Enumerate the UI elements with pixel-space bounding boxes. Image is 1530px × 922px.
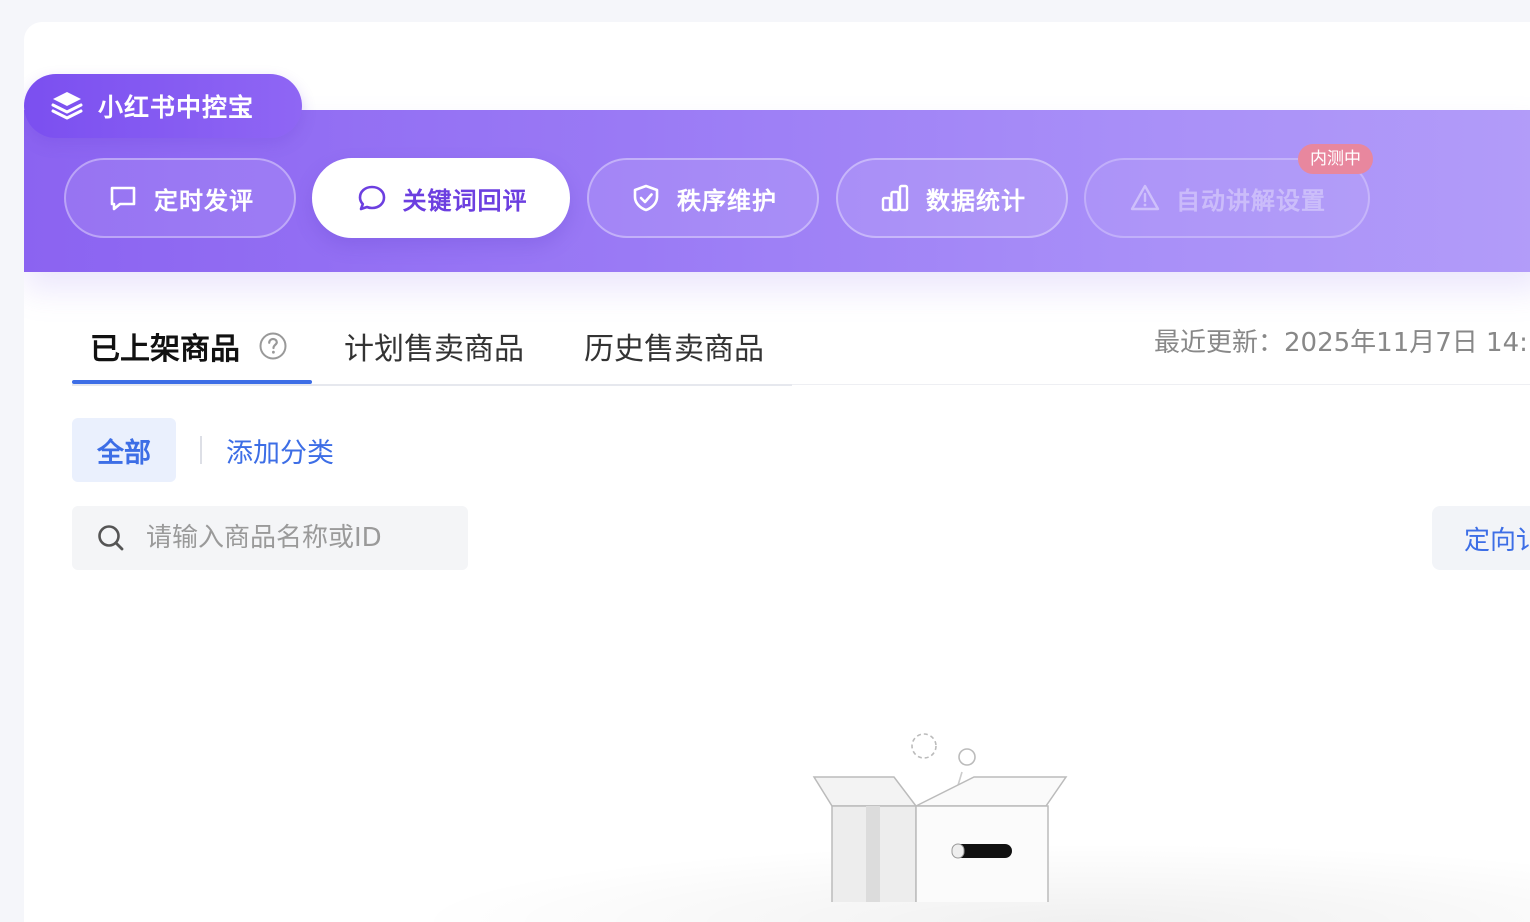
add-category-link[interactable]: 添加分类 — [226, 418, 334, 482]
comment-square-icon — [106, 181, 140, 215]
nav-order-maintenance[interactable]: 秩序维护 — [587, 158, 819, 238]
nav-scheduled-comment[interactable]: 定时发评 — [64, 158, 296, 238]
warning-icon — [1128, 181, 1162, 215]
nav-keyword-reply[interactable]: 关键词回评 — [312, 158, 570, 238]
category-all-chip[interactable]: 全部 — [72, 418, 176, 482]
nav-label: 关键词回评 — [402, 186, 528, 215]
nav-label: 数据统计 — [926, 186, 1026, 215]
nav-label: 秩序维护 — [677, 186, 777, 215]
brand-title: 小红书中控宝 — [98, 93, 255, 122]
tab-listed-products[interactable]: 已上架商品 — [90, 308, 288, 384]
directed-button[interactable]: 定向讠 — [1432, 506, 1530, 570]
divider — [200, 436, 202, 464]
main-card: 小红书中控宝 定时发评 关键词回评 秩序维护 数据统计 自动讲解设置 内测中 已… — [24, 22, 1530, 922]
layers-icon — [48, 87, 86, 125]
search-input[interactable] — [144, 522, 448, 554]
question-circle-icon[interactable] — [258, 331, 288, 361]
bar-chart-icon — [878, 181, 912, 215]
last-update-text: 最近更新：2025年11月7日 14: — [1154, 328, 1528, 358]
tab-label: 历史售卖商品 — [584, 332, 764, 367]
nav-data-statistics[interactable]: 数据统计 — [836, 158, 1068, 238]
chat-bubble-icon — [355, 181, 389, 215]
search-box — [72, 506, 468, 570]
product-tabs: 已上架商品 计划售卖商品 历史售卖商品 — [72, 308, 792, 386]
search-icon — [94, 521, 128, 555]
shield-check-icon — [629, 181, 663, 215]
divider — [792, 384, 1530, 385]
tab-label: 已上架商品 — [90, 332, 240, 367]
empty-box-illustration — [804, 722, 1084, 907]
brand-logo: 小红书中控宝 — [24, 74, 302, 138]
tab-planned-products[interactable]: 计划售卖商品 — [344, 308, 524, 384]
active-tab-indicator — [72, 380, 312, 384]
nav-label: 定时发评 — [154, 186, 254, 215]
tab-history-products[interactable]: 历史售卖商品 — [584, 308, 764, 384]
tab-label: 计划售卖商品 — [344, 332, 524, 367]
beta-badge: 内测中 — [1298, 144, 1373, 174]
nav-label: 自动讲解设置 — [1176, 186, 1326, 215]
